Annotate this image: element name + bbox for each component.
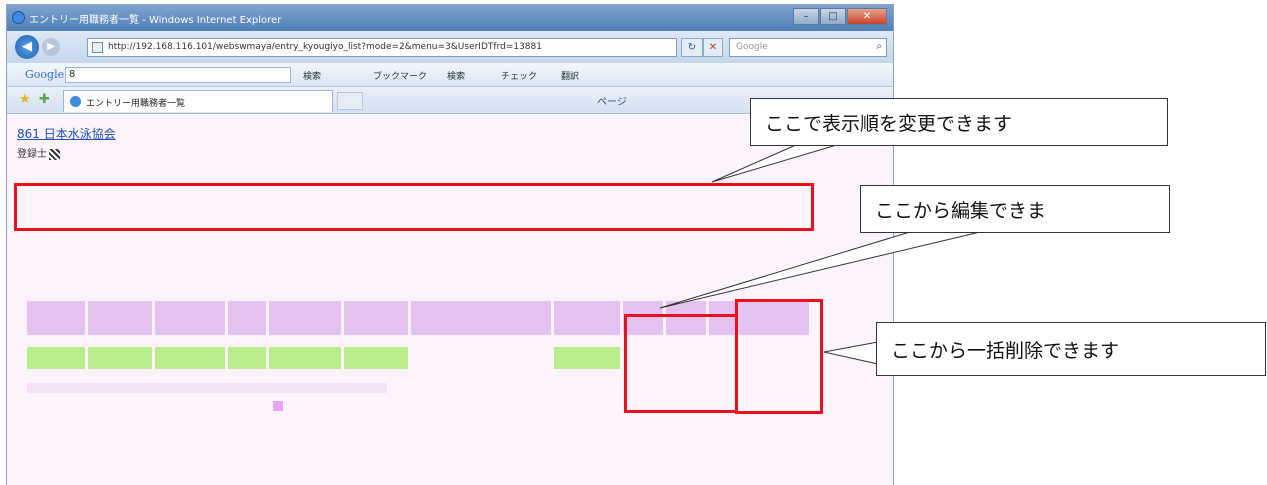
google-search-field[interactable]: 8 <box>65 67 291 83</box>
bulk-delete-callout: ここから一括削除できます <box>876 322 1266 376</box>
grid-cell <box>554 347 620 369</box>
grid-header-cell[interactable] <box>554 301 620 335</box>
grid-header-cell[interactable] <box>155 301 225 335</box>
cursor-marker <box>273 401 283 411</box>
grid-cell <box>155 347 225 369</box>
stop-icon[interactable]: ✕ <box>703 38 723 57</box>
checker-icon <box>49 148 60 160</box>
search-placeholder: Google <box>736 42 768 52</box>
title-bar: エントリー用職務者一覧 - Windows Internet Explorer … <box>7 5 893 31</box>
sort-order-callout: ここで表示順を変更できます <box>750 98 1168 146</box>
close-button[interactable]: ✕ <box>847 8 887 25</box>
ie-tab-icon <box>70 96 81 107</box>
new-tab-button[interactable] <box>337 92 363 110</box>
maximize-button[interactable]: □ <box>820 8 846 25</box>
minimize-button[interactable]: – <box>793 8 819 25</box>
search-icon[interactable]: ⌕ <box>876 41 882 52</box>
grid-cell <box>344 347 408 369</box>
address-bar: ◀ ▶ http://192.168.116.101/webswmaya/ent… <box>7 31 893 63</box>
grid-header-cell[interactable] <box>88 301 152 335</box>
delete-column-highlight <box>735 299 823 414</box>
back-arrow-icon[interactable]: ◀ <box>15 35 39 59</box>
sort-order-highlight <box>14 183 814 231</box>
toolbar-item-bookmark[interactable]: ブックマーク <box>373 69 427 82</box>
delete-callout-text: ここから一括削除できます <box>891 339 1120 362</box>
subtitle-text: 登録士 <box>17 149 47 160</box>
edit-callout: ここから編集できま <box>860 185 1170 233</box>
add-favorite-icon[interactable]: ✚ <box>39 92 50 107</box>
url-input[interactable]: http://192.168.116.101/webswmaya/entry_k… <box>87 38 677 57</box>
association-link[interactable]: 861 日本水泳協会 <box>17 125 116 142</box>
ie-logo-icon <box>12 11 25 24</box>
favorites-star-icon[interactable]: ★ <box>19 92 31 107</box>
toolbar-item-translate[interactable]: 翻訳 <box>561 69 579 82</box>
toolbar-item-search-2[interactable]: 検索 <box>447 69 465 82</box>
google-logo: Google <box>25 68 65 81</box>
google-toolbar: Google 8 検索 ブックマーク 検索 チェック 翻訳 <box>7 63 893 87</box>
toolbar-item-search[interactable]: 検索 <box>303 69 321 82</box>
grid-header-cell[interactable] <box>269 301 341 335</box>
grid-header-cell[interactable] <box>344 301 408 335</box>
search-input[interactable]: Google ⌕ <box>729 38 887 57</box>
grid-cell <box>411 347 551 369</box>
edit-callout-text: ここから編集できま <box>875 199 1047 222</box>
grid-header-cell[interactable] <box>411 301 551 335</box>
refresh-icon[interactable]: ↻ <box>681 38 703 57</box>
grid-cell <box>88 347 152 369</box>
window-title: エントリー用職務者一覧 - Windows Internet Explorer <box>29 15 282 26</box>
toolbar-item-check[interactable]: チェック <box>501 69 537 82</box>
grid-cell <box>269 347 341 369</box>
grid-header-cell[interactable] <box>27 301 85 335</box>
window-controls: – □ ✕ <box>792 8 887 25</box>
edit-column-highlight <box>624 314 738 413</box>
tab-label: エントリー用職務者一覧 <box>86 99 186 109</box>
grid-cell <box>27 347 85 369</box>
page-icon <box>92 42 103 53</box>
page-subtitle: 登録士 <box>17 145 60 160</box>
grid-cell <box>228 347 266 369</box>
forward-arrow-icon[interactable]: ▶ <box>42 38 60 56</box>
grid-footer-row <box>27 383 387 393</box>
sort-callout-text: ここで表示順を変更できます <box>765 112 1013 135</box>
grid-header-cell[interactable] <box>228 301 266 335</box>
url-text: http://192.168.116.101/webswmaya/entry_k… <box>108 42 542 52</box>
tab-entry-list[interactable]: エントリー用職務者一覧 <box>63 90 333 112</box>
page-tools-menu[interactable]: ページ <box>597 93 627 108</box>
